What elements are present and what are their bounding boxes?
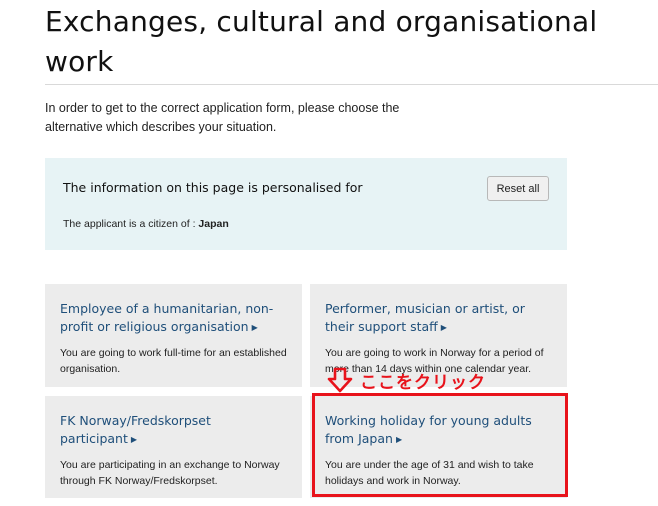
citizenship-line: The applicant is a citizen of : Japan xyxy=(63,218,229,230)
option-link-humanitarian[interactable]: Employee of a humanitarian, non-profit o… xyxy=(60,300,287,337)
personalisation-panel: The information on this page is personal… xyxy=(45,158,567,250)
title-divider xyxy=(45,84,658,85)
caret-right-icon: ▶ xyxy=(440,323,447,332)
option-link-performer[interactable]: Performer, musician or artist, or their … xyxy=(325,300,552,337)
option-card-fk-norway[interactable]: FK Norway/Fredskorpset participant ▶ You … xyxy=(45,396,302,498)
page-title: Exchanges, cultural and organisational w… xyxy=(45,5,598,78)
intro-text: In order to get to the correct applicati… xyxy=(45,101,400,134)
citizenship-prefix: The applicant is a citizen of : xyxy=(63,218,199,230)
caret-right-icon: ▶ xyxy=(130,435,138,444)
option-description: You are going to work full-time for an e… xyxy=(60,347,287,375)
option-description: You are participating in an exchange to … xyxy=(60,459,280,487)
option-card-working-holiday[interactable]: Working holiday for young adults from Ja… xyxy=(310,396,567,498)
option-link-working-holiday[interactable]: Working holiday for young adults from Ja… xyxy=(325,412,552,449)
option-card-humanitarian[interactable]: Employee of a humanitarian, non-profit o… xyxy=(45,284,302,387)
personalisation-heading: The information on this page is personal… xyxy=(63,180,363,195)
caret-right-icon: ▶ xyxy=(395,435,403,444)
option-title: Working holiday for young adults from Ja… xyxy=(325,413,532,446)
option-link-fk-norway[interactable]: FK Norway/Fredskorpset participant ▶ xyxy=(60,412,287,449)
option-description: You are under the age of 31 and wish to … xyxy=(325,459,534,487)
reset-all-button[interactable]: Reset all xyxy=(487,176,549,201)
option-description: You are going to work in Norway for a pe… xyxy=(325,347,544,375)
option-card-performer[interactable]: Performer, musician or artist, or their … xyxy=(310,284,567,387)
option-title: Employee of a humanitarian, non-profit o… xyxy=(60,301,274,334)
caret-right-icon: ▶ xyxy=(251,323,258,332)
option-title: Performer, musician or artist, or their … xyxy=(325,301,525,334)
citizenship-country: Japan xyxy=(198,218,229,230)
